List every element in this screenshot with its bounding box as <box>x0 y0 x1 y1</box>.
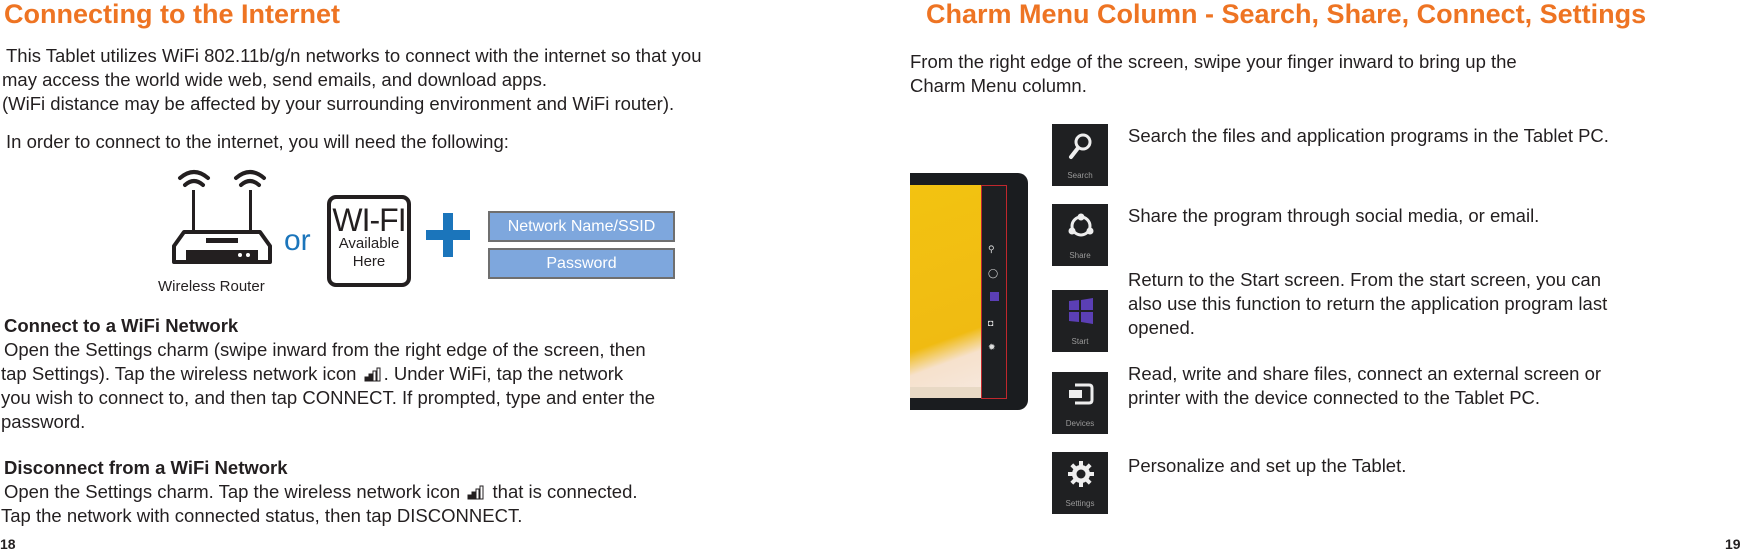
start-screen-background <box>910 185 982 398</box>
intro-paragraph: This Tablet utilizes WiFi 802.11b/g/n ne… <box>2 44 702 116</box>
connect-line: Open the Settings charm (swipe inward fr… <box>4 339 646 360</box>
wifi-sign-line: Available <box>338 235 400 252</box>
charm-description-line: Read, write and share files, connect an … <box>1128 363 1602 384</box>
network-name-field: Network Name/SSID <box>488 211 675 242</box>
disconnect-text: Open the Settings charm. Tap the wireles… <box>4 481 461 502</box>
tile-label: Start <box>1071 337 1089 346</box>
charm-description: Search the files and application program… <box>1128 125 1609 146</box>
mini-search-icon: ⚲ <box>988 244 995 254</box>
start-icon <box>1069 298 1093 324</box>
wireless-signal-icon <box>364 364 382 382</box>
mini-share-icon: ◯ <box>988 268 999 278</box>
devices-icon <box>1069 383 1094 405</box>
start-tile: Start <box>1052 290 1108 352</box>
wifi-sign-line: Here <box>352 253 386 270</box>
connect-line: you wish to connect to, and then tap CON… <box>1 387 656 408</box>
connect-line: password. <box>1 411 86 432</box>
charm-description: Share the program through social media, … <box>1128 205 1540 226</box>
intro-line: This Tablet utilizes WiFi 802.11b/g/n ne… <box>6 45 702 66</box>
search-icon <box>1069 133 1092 159</box>
charm-description-line: also use this function to return the app… <box>1128 293 1608 314</box>
charm-intro-line: From the right edge of the screen, swipe… <box>910 51 1517 72</box>
need-line: In order to connect to the internet, you… <box>6 131 509 152</box>
share-icon <box>1068 213 1094 237</box>
devices-tile: Devices <box>1052 372 1108 434</box>
charm-description-line: printer with the device connected to the… <box>1128 387 1541 408</box>
settings-icon <box>1068 461 1094 487</box>
connect-section: Connect to a WiFi Network Open the Setti… <box>1 314 844 434</box>
taskbar <box>910 387 982 398</box>
mini-start-icon <box>990 292 999 301</box>
disconnect-heading: Disconnect from a WiFi Network <box>4 457 288 478</box>
router-icon <box>170 166 274 266</box>
tile-label: Share <box>1069 251 1091 260</box>
router-label: Wireless Router <box>158 278 265 295</box>
charm-description-line: Return to the Start screen. From the sta… <box>1128 269 1601 290</box>
wireless-signal-icon <box>467 482 485 500</box>
connect-line: tap Settings). Tap the wireless network … <box>1 362 844 386</box>
right-page-title: Charm Menu Column - Search, Share, Conne… <box>926 0 1647 29</box>
wifi-available-sign: WI-FI Available Here <box>327 195 411 287</box>
mini-devices-icon: ◘ <box>988 318 994 328</box>
charm-description: Personalize and set up the Tablet. <box>1128 455 1407 476</box>
connect-text: tap Settings). Tap the wireless network … <box>1 363 357 384</box>
password-field: Password <box>488 248 675 279</box>
disconnect-section: Disconnect from a WiFi Network Open the … <box>1 456 844 528</box>
left-page-title: Connecting to the Internet <box>4 0 340 29</box>
page-number-right: 19 <box>1725 536 1741 552</box>
search-tile: Search <box>1052 124 1108 186</box>
charm-intro-line: Charm Menu column. <box>910 75 1087 96</box>
share-tile: Share <box>1052 204 1108 266</box>
intro-line: (WiFi distance may be affected by your s… <box>2 93 675 114</box>
or-label: or <box>284 224 311 257</box>
disconnect-line: Tap the network with connected status, t… <box>1 505 523 526</box>
wifi-sign-title: WI-FI <box>332 202 406 238</box>
charm-description: Read, write and share files, connect an … <box>1128 362 1743 410</box>
tablet-screenshot: ⚲ ◯ ◘ ✹ <box>910 173 1028 410</box>
page-number-left: 18 <box>0 536 16 552</box>
mini-settings-icon: ✹ <box>988 342 996 352</box>
charm-description-line: opened. <box>1128 317 1195 338</box>
tile-label: Settings <box>1065 499 1095 508</box>
intro-line: may access the world wide web, send emai… <box>2 69 548 90</box>
charm-bar: ⚲ ◯ ◘ ✹ <box>981 185 1007 399</box>
connect-heading: Connect to a WiFi Network <box>4 315 239 336</box>
tile-label: Search <box>1067 171 1093 180</box>
charm-intro: From the right edge of the screen, swipe… <box>910 50 1517 98</box>
connect-text: . Under WiFi, tap the network <box>383 363 624 384</box>
disconnect-line: Open the Settings charm. Tap the wireles… <box>4 480 844 504</box>
plus-icon <box>426 213 470 257</box>
disconnect-text: that is connected. <box>492 481 638 502</box>
tile-label: Devices <box>1065 419 1095 428</box>
settings-tile: Settings <box>1052 452 1108 514</box>
charm-description: Return to the Start screen. From the sta… <box>1128 268 1743 340</box>
